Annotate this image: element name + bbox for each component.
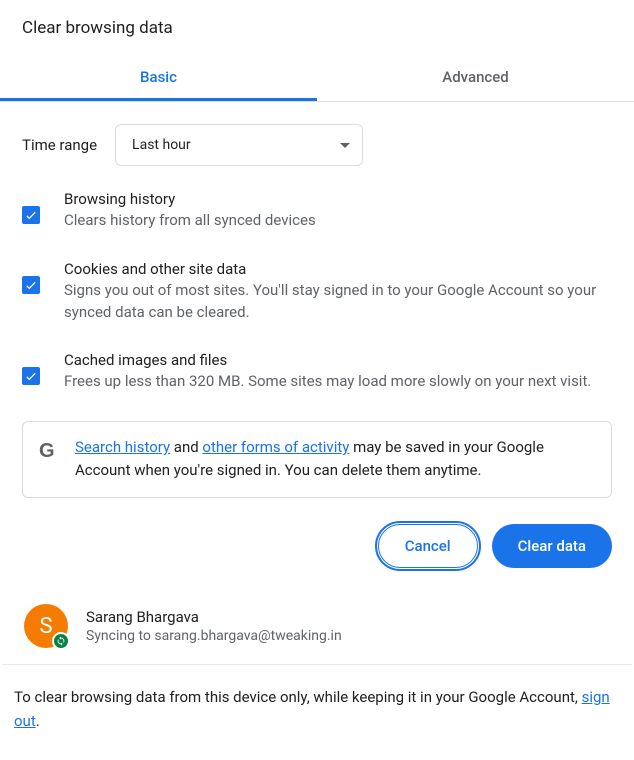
sync-badge-icon <box>52 632 70 650</box>
time-range-value: Last hour <box>132 137 191 153</box>
footer-post: . <box>36 712 40 730</box>
tabs: Basic Advanced <box>0 58 634 102</box>
scroll-area[interactable]: Time range Last hour Browsing history Cl… <box>0 102 634 502</box>
cookies-text: Cookies and other site data Signs you ou… <box>64 260 612 324</box>
dialog-title: Clear browsing data <box>0 0 634 58</box>
time-range-select[interactable]: Last hour <box>115 124 363 166</box>
footer-pre: To clear browsing data from this device … <box>14 688 582 706</box>
avatar: S <box>24 604 68 648</box>
item-title: Cached images and files <box>64 351 591 369</box>
time-range-label: Time range <box>22 136 97 154</box>
chevron-down-icon <box>340 143 350 148</box>
account-row: S Sarang Bhargava Syncing to sarang.bhar… <box>2 590 632 665</box>
google-icon: G <box>39 440 59 463</box>
tab-basic[interactable]: Basic <box>0 58 317 101</box>
account-name: Sarang Bhargava <box>86 608 342 626</box>
google-account-info-box: G Search history and other forms of acti… <box>22 421 612 498</box>
cache-text: Cached images and files Frees up less th… <box>64 351 591 393</box>
item-desc: Frees up less than 320 MB. Some sites ma… <box>64 371 591 393</box>
browsing-history-row: Browsing history Clears history from all… <box>22 190 612 232</box>
check-icon <box>24 278 38 292</box>
cookies-checkbox[interactable] <box>22 276 40 294</box>
time-range-row: Time range Last hour <box>22 102 612 190</box>
footer-note: To clear browsing data from this device … <box>0 665 634 733</box>
check-icon <box>24 208 38 222</box>
clear-data-button[interactable]: Clear data <box>492 524 612 568</box>
account-text: Sarang Bhargava Syncing to sarang.bharga… <box>86 608 342 644</box>
cache-row: Cached images and files Frees up less th… <box>22 351 612 393</box>
info-text: Search history and other forms of activi… <box>75 436 595 483</box>
browsing-history-text: Browsing history Clears history from all… <box>64 190 316 232</box>
cookies-row: Cookies and other site data Signs you ou… <box>22 260 612 324</box>
item-title: Browsing history <box>64 190 316 208</box>
avatar-initial: S <box>39 614 52 639</box>
check-icon <box>24 369 38 383</box>
dialog-buttons: Cancel Clear data <box>0 502 634 590</box>
account-sync-status: Syncing to sarang.bhargava@tweaking.in <box>86 628 342 644</box>
item-title: Cookies and other site data <box>64 260 612 278</box>
browsing-history-checkbox[interactable] <box>22 206 40 224</box>
search-history-link[interactable]: Search history <box>75 438 170 456</box>
cancel-button[interactable]: Cancel <box>378 524 478 568</box>
info-mid1: and <box>170 438 202 456</box>
cache-checkbox[interactable] <box>22 367 40 385</box>
tab-advanced[interactable]: Advanced <box>317 58 634 101</box>
item-desc: Signs you out of most sites. You'll stay… <box>64 280 612 324</box>
item-desc: Clears history from all synced devices <box>64 210 316 232</box>
other-activity-link[interactable]: other forms of activity <box>202 438 349 456</box>
